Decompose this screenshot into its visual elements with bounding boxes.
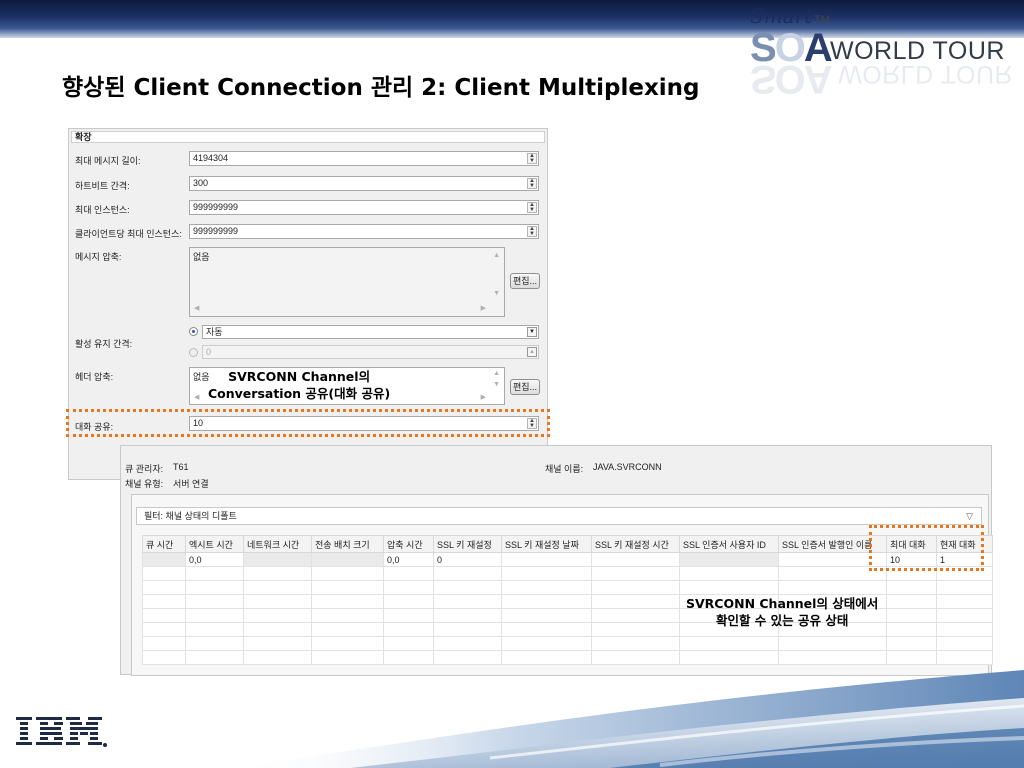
- max-instances-value: 999999999: [193, 202, 239, 212]
- max-message-length-label: 최대 메시지 길이:: [75, 156, 141, 166]
- expand-toggle-icon[interactable]: ▽: [966, 508, 973, 524]
- column-header[interactable]: 큐 시간: [142, 535, 186, 553]
- logo-smart-text: Smart: [750, 4, 813, 28]
- chevron-down-icon[interactable]: ▼: [527, 327, 537, 337]
- column-header[interactable]: SSL 키 재설정 시간: [591, 535, 680, 553]
- scroll-right-icon[interactable]: ▶: [481, 393, 486, 401]
- section-header-extended: 확장: [71, 131, 545, 143]
- keepalive-numeric-field[interactable]: 0 ▲: [202, 345, 539, 359]
- heartbeat-interval-value: 300: [193, 178, 209, 188]
- max-instances-per-client-label: 클라이언트당 최대 인스턴스:: [75, 229, 182, 239]
- filter-bar[interactable]: 필터: 채널 상태의 디폴트 ▽: [136, 507, 982, 525]
- callout-line-2: 확인할 수 있는 공유 상태: [715, 613, 849, 628]
- scroll-left-icon[interactable]: ◀: [194, 393, 199, 401]
- scroll-down-icon[interactable]: ▼: [493, 381, 500, 388]
- column-header[interactable]: SSL 키 재설정: [433, 535, 502, 553]
- max-instances-per-client-spinner[interactable]: ▲ ▼: [527, 226, 537, 237]
- highlight-conversation-columns: [869, 525, 984, 571]
- max-instances-field[interactable]: 999999999 ▲ ▼: [189, 200, 539, 215]
- table-cell: 0: [433, 552, 502, 567]
- table-row[interactable]: 0,0 0,0 0 10 1: [142, 552, 993, 567]
- header-compression-edit-button[interactable]: 편집...: [510, 379, 540, 395]
- heartbeat-interval-field[interactable]: 300 ▲ ▼: [189, 176, 539, 191]
- keepalive-auto-radio[interactable]: [189, 327, 198, 336]
- column-header[interactable]: SSL 키 재설정 날짜: [501, 535, 592, 553]
- column-header[interactable]: 엑시트 시간: [185, 535, 244, 553]
- scroll-up-icon[interactable]: ▲: [493, 252, 500, 259]
- table-cell: 0,0: [185, 552, 244, 567]
- keepalive-numeric-value: 0: [206, 347, 212, 357]
- heartbeat-interval-spinner[interactable]: ▲ ▼: [527, 178, 537, 189]
- channel-type-value: 서버 연결: [173, 479, 209, 489]
- callout-conversation-sharing: SVRCONN Channel의 Conversation 공유(대화 공유): [208, 368, 390, 402]
- earth-horizon-image: [230, 670, 1024, 768]
- ibm-logo: [16, 717, 107, 747]
- scroll-left-icon[interactable]: ◀: [194, 304, 199, 312]
- keepalive-auto-value: 자동: [206, 327, 223, 337]
- max-message-length-field[interactable]: 4194304 ▲ ▼: [189, 151, 539, 166]
- table-cell: 0,0: [383, 552, 434, 567]
- table-header-row: 큐 시간 엑시트 시간 네트워크 시간 전송 배치 크기 압축 시간 SSL 키…: [142, 535, 993, 553]
- keepalive-auto-select[interactable]: 자동 ▼: [202, 325, 539, 339]
- max-instances-label: 최대 인스턴스:: [75, 205, 130, 215]
- column-header[interactable]: 네트워크 시간: [243, 535, 312, 553]
- filter-label: 필터: 채널 상태의 디폴트: [144, 511, 237, 521]
- message-compression-label: 메시지 압축:: [75, 252, 122, 262]
- callout-line-1: SVRCONN Channel의 상태에서: [686, 596, 879, 611]
- slide-title: 향상된 Client Connection 관리 2: Client Multi…: [62, 75, 700, 101]
- callout-line-1: SVRCONN Channel의: [228, 369, 371, 384]
- channel-type-label: 채널 유형:: [125, 479, 164, 489]
- keepalive-numeric-spinner[interactable]: ▲: [527, 347, 537, 357]
- callout-channel-status: SVRCONN Channel의 상태에서 확인할 수 있는 공유 상태: [686, 595, 878, 629]
- keepalive-numeric-radio[interactable]: [189, 348, 198, 357]
- table-cell: [679, 552, 779, 567]
- scroll-down-icon[interactable]: ▼: [493, 290, 500, 297]
- logo-reflection: SOA WORLD TOUR: [750, 57, 1014, 101]
- max-message-length-value: 4194304: [193, 153, 229, 163]
- queue-manager-value: T61: [173, 462, 189, 472]
- queue-manager-label: 큐 관리자:: [125, 464, 164, 474]
- message-compression-list[interactable]: 없음 ▲ ▼ ◀ ▶: [189, 247, 505, 317]
- scroll-up-icon[interactable]: ▲: [493, 370, 500, 377]
- smart-soa-world-tour-logo: Smart TM SOA WORLD TOUR SOA WORLD TOUR: [748, 4, 1024, 114]
- scroll-right-icon[interactable]: ▶: [481, 304, 486, 312]
- keepalive-interval-label: 활성 유지 간격:: [75, 339, 133, 349]
- channel-name-label: 채널 이름:: [545, 464, 584, 474]
- table-row-empty: [142, 566, 993, 581]
- table-cell: [243, 552, 312, 567]
- column-header[interactable]: 전송 배치 크기: [311, 535, 384, 553]
- table-row-empty: [142, 580, 993, 595]
- message-compression-value: 없음: [193, 252, 210, 262]
- column-header[interactable]: SSL 인증서 사용자 ID: [679, 535, 779, 553]
- table-cell: [591, 552, 680, 567]
- heartbeat-interval-label: 하트비트 간격:: [75, 181, 130, 191]
- max-message-length-spinner[interactable]: ▲ ▼: [527, 153, 537, 164]
- max-instances-per-client-field[interactable]: 999999999 ▲ ▼: [189, 224, 539, 239]
- table-cell: [501, 552, 592, 567]
- highlight-sharing-conversations: [66, 409, 550, 437]
- callout-line-2: Conversation 공유(대화 공유): [208, 386, 391, 401]
- logo-tm-text: TM: [814, 14, 830, 26]
- header-compression-label: 헤더 압축:: [75, 372, 114, 382]
- max-instances-per-client-value: 999999999: [193, 226, 239, 236]
- column-header[interactable]: 압축 시간: [383, 535, 434, 553]
- table-cell: [311, 552, 384, 567]
- channel-name-value: JAVA.SVRCONN: [593, 462, 662, 472]
- max-instances-spinner[interactable]: ▲ ▼: [527, 202, 537, 213]
- table-cell: [142, 552, 186, 567]
- message-compression-edit-button[interactable]: 편집...: [510, 273, 540, 289]
